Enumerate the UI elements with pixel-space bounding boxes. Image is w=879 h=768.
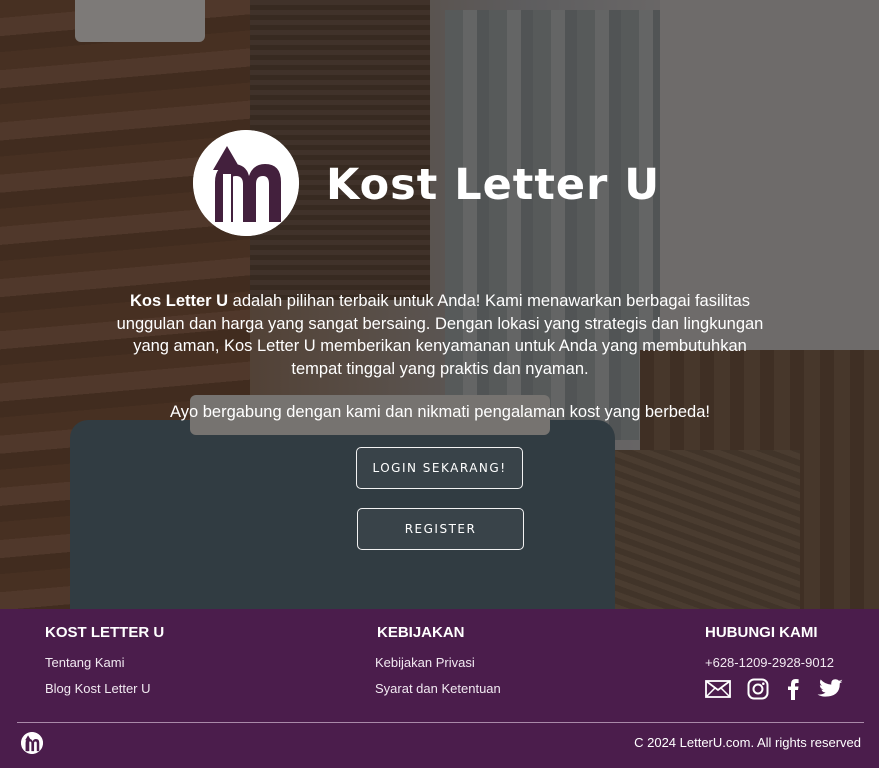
intro-paragraph: Kos Letter U adalah pilihan terbaik untu… bbox=[110, 290, 770, 380]
footer-link-tentang-kami[interactable]: Tentang Kami bbox=[45, 655, 125, 670]
register-button[interactable]: REGISTER bbox=[357, 508, 524, 550]
invite-text: Ayo bergabung dengan kami dan nikmati pe… bbox=[170, 403, 710, 421]
instagram-icon[interactable] bbox=[746, 677, 770, 701]
brand-logo-icon bbox=[193, 130, 299, 236]
contact-phone: +628-1209-2928-9012 bbox=[705, 655, 835, 670]
footer-link-kebijakan-privasi[interactable]: Kebijakan Privasi bbox=[375, 655, 475, 670]
footer-link-blog[interactable]: Blog Kost Letter U bbox=[45, 681, 151, 696]
copyright-text: C 2024 LetterU.com. All rights reserved bbox=[634, 735, 861, 750]
intro-brand-highlight: Kos Letter U bbox=[129, 292, 229, 310]
footer-title-kebijakan: KEBIJAKAN bbox=[377, 624, 465, 641]
footer-logo-icon bbox=[21, 732, 43, 754]
hero-section: Kost Letter U Kos Letter U adalah piliha… bbox=[0, 0, 879, 609]
mail-icon[interactable] bbox=[704, 677, 732, 701]
twitter-icon[interactable] bbox=[816, 677, 844, 701]
footer-divider bbox=[17, 722, 864, 723]
footer-title-kost-letter-u: KOST LETTER U bbox=[45, 624, 165, 641]
footer-title-hubungi-kami: HUBUNGI KAMI bbox=[705, 624, 818, 641]
login-button[interactable]: LOGIN SEKARANG! bbox=[356, 447, 523, 489]
brand-name: Kost Letter U bbox=[326, 160, 661, 210]
footer: KOST LETTER U Tentang Kami Blog Kost Let… bbox=[0, 609, 879, 768]
footer-link-syarat-ketentuan[interactable]: Syarat dan Ketentuan bbox=[375, 681, 501, 696]
facebook-icon[interactable] bbox=[783, 677, 803, 701]
